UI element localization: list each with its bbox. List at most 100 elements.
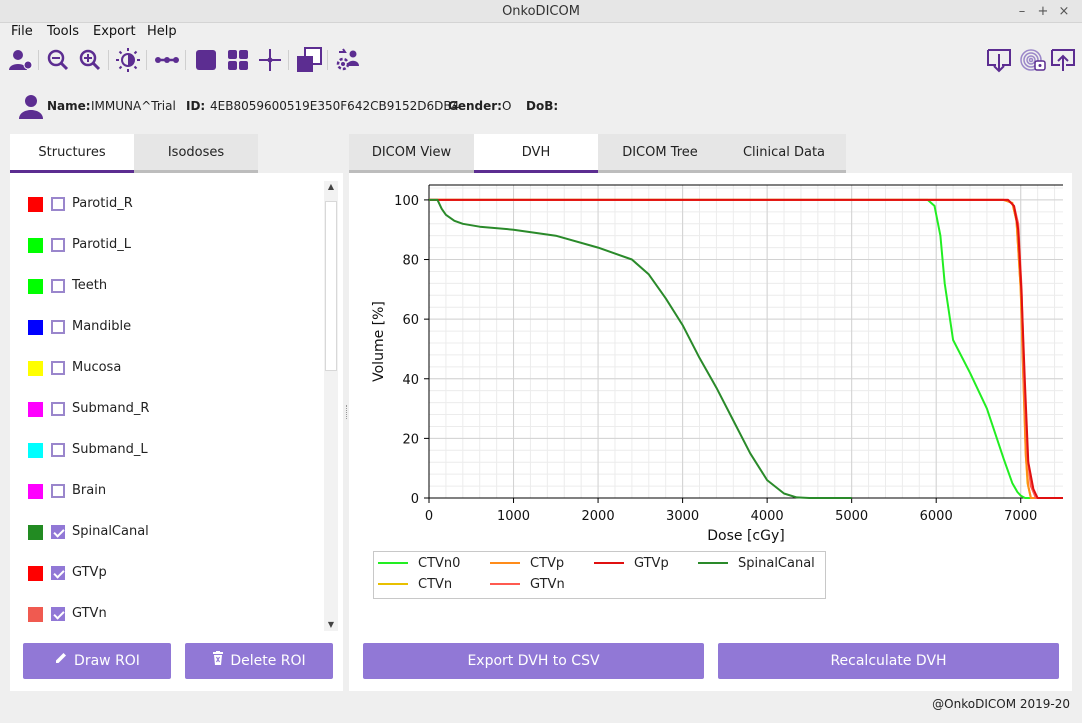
structures-scrollbar[interactable]: ▲ ▼ bbox=[324, 181, 338, 631]
patient-info-bar: Name: IMMUNA^Trial ID: 4EB8059600519E350… bbox=[0, 88, 1082, 124]
structures-panel: Parotid_R Parotid_L Teeth Mandible Mucosa Sub… bbox=[10, 173, 343, 691]
y-tick-label: 60 bbox=[402, 313, 419, 328]
x-tick-label: 6000 bbox=[920, 509, 953, 524]
structure-checkbox[interactable] bbox=[51, 320, 65, 334]
patient-name-value: IMMUNA^Trial bbox=[91, 99, 176, 113]
recalculate-dvh-button[interactable]: Recalculate DVH bbox=[718, 643, 1059, 679]
tab-dvh[interactable]: DVH bbox=[474, 134, 598, 172]
structure-checkbox[interactable] bbox=[51, 443, 65, 457]
tab-isodoses[interactable]: Isodoses bbox=[134, 134, 258, 172]
structure-row[interactable]: Submand_L bbox=[10, 430, 320, 471]
brightness-icon[interactable] bbox=[114, 46, 142, 74]
anonymize-icon[interactable] bbox=[334, 46, 362, 74]
toolbar-separator bbox=[38, 50, 39, 70]
structure-row[interactable]: GTVn bbox=[10, 594, 320, 635]
window-level-icon[interactable] bbox=[295, 46, 323, 74]
structure-label: GTVn bbox=[72, 606, 107, 621]
delete-roi-button[interactable]: Delete ROI bbox=[185, 643, 333, 679]
legend-swatch bbox=[378, 561, 408, 564]
maximize-button[interactable]: + bbox=[1032, 0, 1054, 23]
structure-checkbox[interactable] bbox=[51, 607, 65, 621]
fingerprint-icon[interactable] bbox=[1018, 46, 1046, 74]
single-view-icon[interactable] bbox=[192, 46, 220, 74]
structure-color-swatch bbox=[28, 238, 43, 253]
structure-checkbox[interactable] bbox=[51, 197, 65, 211]
tab-structures[interactable]: Structures bbox=[10, 134, 134, 172]
window-title: OnkoDICOM bbox=[502, 4, 580, 19]
legend-item-gtvp: GTVp bbox=[594, 555, 669, 573]
series-line-gtvn bbox=[429, 198, 1063, 499]
structure-label: Teeth bbox=[72, 278, 108, 293]
structure-label: Mandible bbox=[72, 319, 132, 334]
x-tick-label: 5000 bbox=[835, 509, 868, 524]
series-line-ctvp bbox=[429, 198, 1063, 499]
crosshair-icon[interactable] bbox=[256, 46, 284, 74]
structure-row[interactable]: Submand_R bbox=[10, 389, 320, 430]
four-view-icon[interactable] bbox=[224, 46, 252, 74]
export-dvh-button[interactable]: Export DVH to CSV bbox=[363, 643, 704, 679]
legend-item-gtvn: GTVn bbox=[490, 576, 565, 594]
structure-checkbox[interactable] bbox=[51, 361, 65, 375]
menu-file[interactable]: File bbox=[11, 23, 33, 41]
structure-row[interactable]: Mucosa bbox=[10, 348, 320, 389]
y-tick-label: 100 bbox=[394, 194, 419, 209]
structure-row[interactable]: Brain bbox=[10, 471, 320, 512]
structure-row[interactable]: Parotid_R bbox=[10, 184, 320, 225]
x-axis-label: Dose [cGy] bbox=[707, 528, 784, 543]
legend-item-ctvn: CTVn bbox=[378, 576, 452, 594]
structure-row[interactable]: Mandible bbox=[10, 307, 320, 348]
minimize-button[interactable]: – bbox=[1011, 0, 1033, 23]
structure-label: SpinalCanal bbox=[72, 524, 149, 539]
export-icon[interactable] bbox=[1049, 46, 1077, 74]
series-line-ctvn0 bbox=[429, 198, 1063, 499]
structure-checkbox[interactable] bbox=[51, 566, 65, 580]
import-icon[interactable] bbox=[985, 46, 1013, 74]
structure-label: Mucosa bbox=[72, 360, 122, 375]
structure-row[interactable]: Teeth bbox=[10, 266, 320, 307]
scroll-up-arrow-icon[interactable]: ▲ bbox=[324, 181, 338, 193]
structure-row[interactable]: SpinalCanal bbox=[10, 512, 320, 553]
structure-color-swatch bbox=[28, 197, 43, 212]
structure-row[interactable]: Parotid_L bbox=[10, 225, 320, 266]
structure-checkbox[interactable] bbox=[51, 525, 65, 539]
dvh-chart: 0 1000 2000 3000 4000 5000 6000 7000 0 20 40 60 80 10… bbox=[371, 184, 1063, 543]
toolbar-separator bbox=[288, 50, 289, 70]
structure-label: Submand_L bbox=[72, 442, 148, 457]
structure-color-swatch bbox=[28, 320, 43, 335]
structure-row[interactable]: GTVp bbox=[10, 553, 320, 594]
transect-icon[interactable] bbox=[153, 46, 181, 74]
legend-swatch bbox=[490, 561, 520, 564]
zoom-in-icon[interactable] bbox=[76, 46, 104, 74]
structure-label: Parotid_L bbox=[72, 237, 131, 252]
tab-dicom-tree[interactable]: DICOM Tree bbox=[598, 134, 722, 172]
x-tick-label: 4000 bbox=[751, 509, 784, 524]
structure-checkbox[interactable] bbox=[51, 238, 65, 252]
trash-icon bbox=[212, 643, 224, 679]
structure-checkbox[interactable] bbox=[51, 279, 65, 293]
tab-dicom-view[interactable]: DICOM View bbox=[349, 134, 474, 172]
structure-checkbox[interactable] bbox=[51, 484, 65, 498]
series-line-spinalcanal bbox=[429, 198, 852, 499]
patient-id-value: 4EB8059600519E350F642CB9152D6DB4 bbox=[210, 99, 460, 113]
toolbar-separator bbox=[185, 50, 186, 70]
menu-bar: File Tools Export Help bbox=[0, 23, 1082, 41]
zoom-out-icon[interactable] bbox=[44, 46, 72, 74]
structure-color-swatch bbox=[28, 443, 43, 458]
close-button[interactable]: × bbox=[1053, 0, 1075, 23]
y-tick-label: 40 bbox=[402, 373, 419, 388]
toolbar-separator bbox=[108, 50, 109, 70]
menu-tools[interactable]: Tools bbox=[47, 23, 79, 41]
patient-icon[interactable] bbox=[6, 46, 34, 74]
splitter-handle[interactable] bbox=[346, 405, 348, 419]
legend-item-ctvn0: CTVn0 bbox=[378, 555, 460, 573]
draw-roi-button[interactable]: Draw ROI bbox=[23, 643, 171, 679]
structure-checkbox[interactable] bbox=[51, 402, 65, 416]
tab-clinical-data[interactable]: Clinical Data bbox=[722, 134, 846, 172]
menu-export[interactable]: Export bbox=[93, 23, 136, 41]
scroll-thumb[interactable] bbox=[325, 201, 337, 371]
menu-help[interactable]: Help bbox=[147, 23, 177, 41]
chart-series bbox=[429, 198, 1063, 499]
scroll-down-arrow-icon[interactable]: ▼ bbox=[324, 619, 338, 631]
legend-swatch bbox=[594, 561, 624, 564]
series-line-ctvn bbox=[429, 198, 1063, 499]
